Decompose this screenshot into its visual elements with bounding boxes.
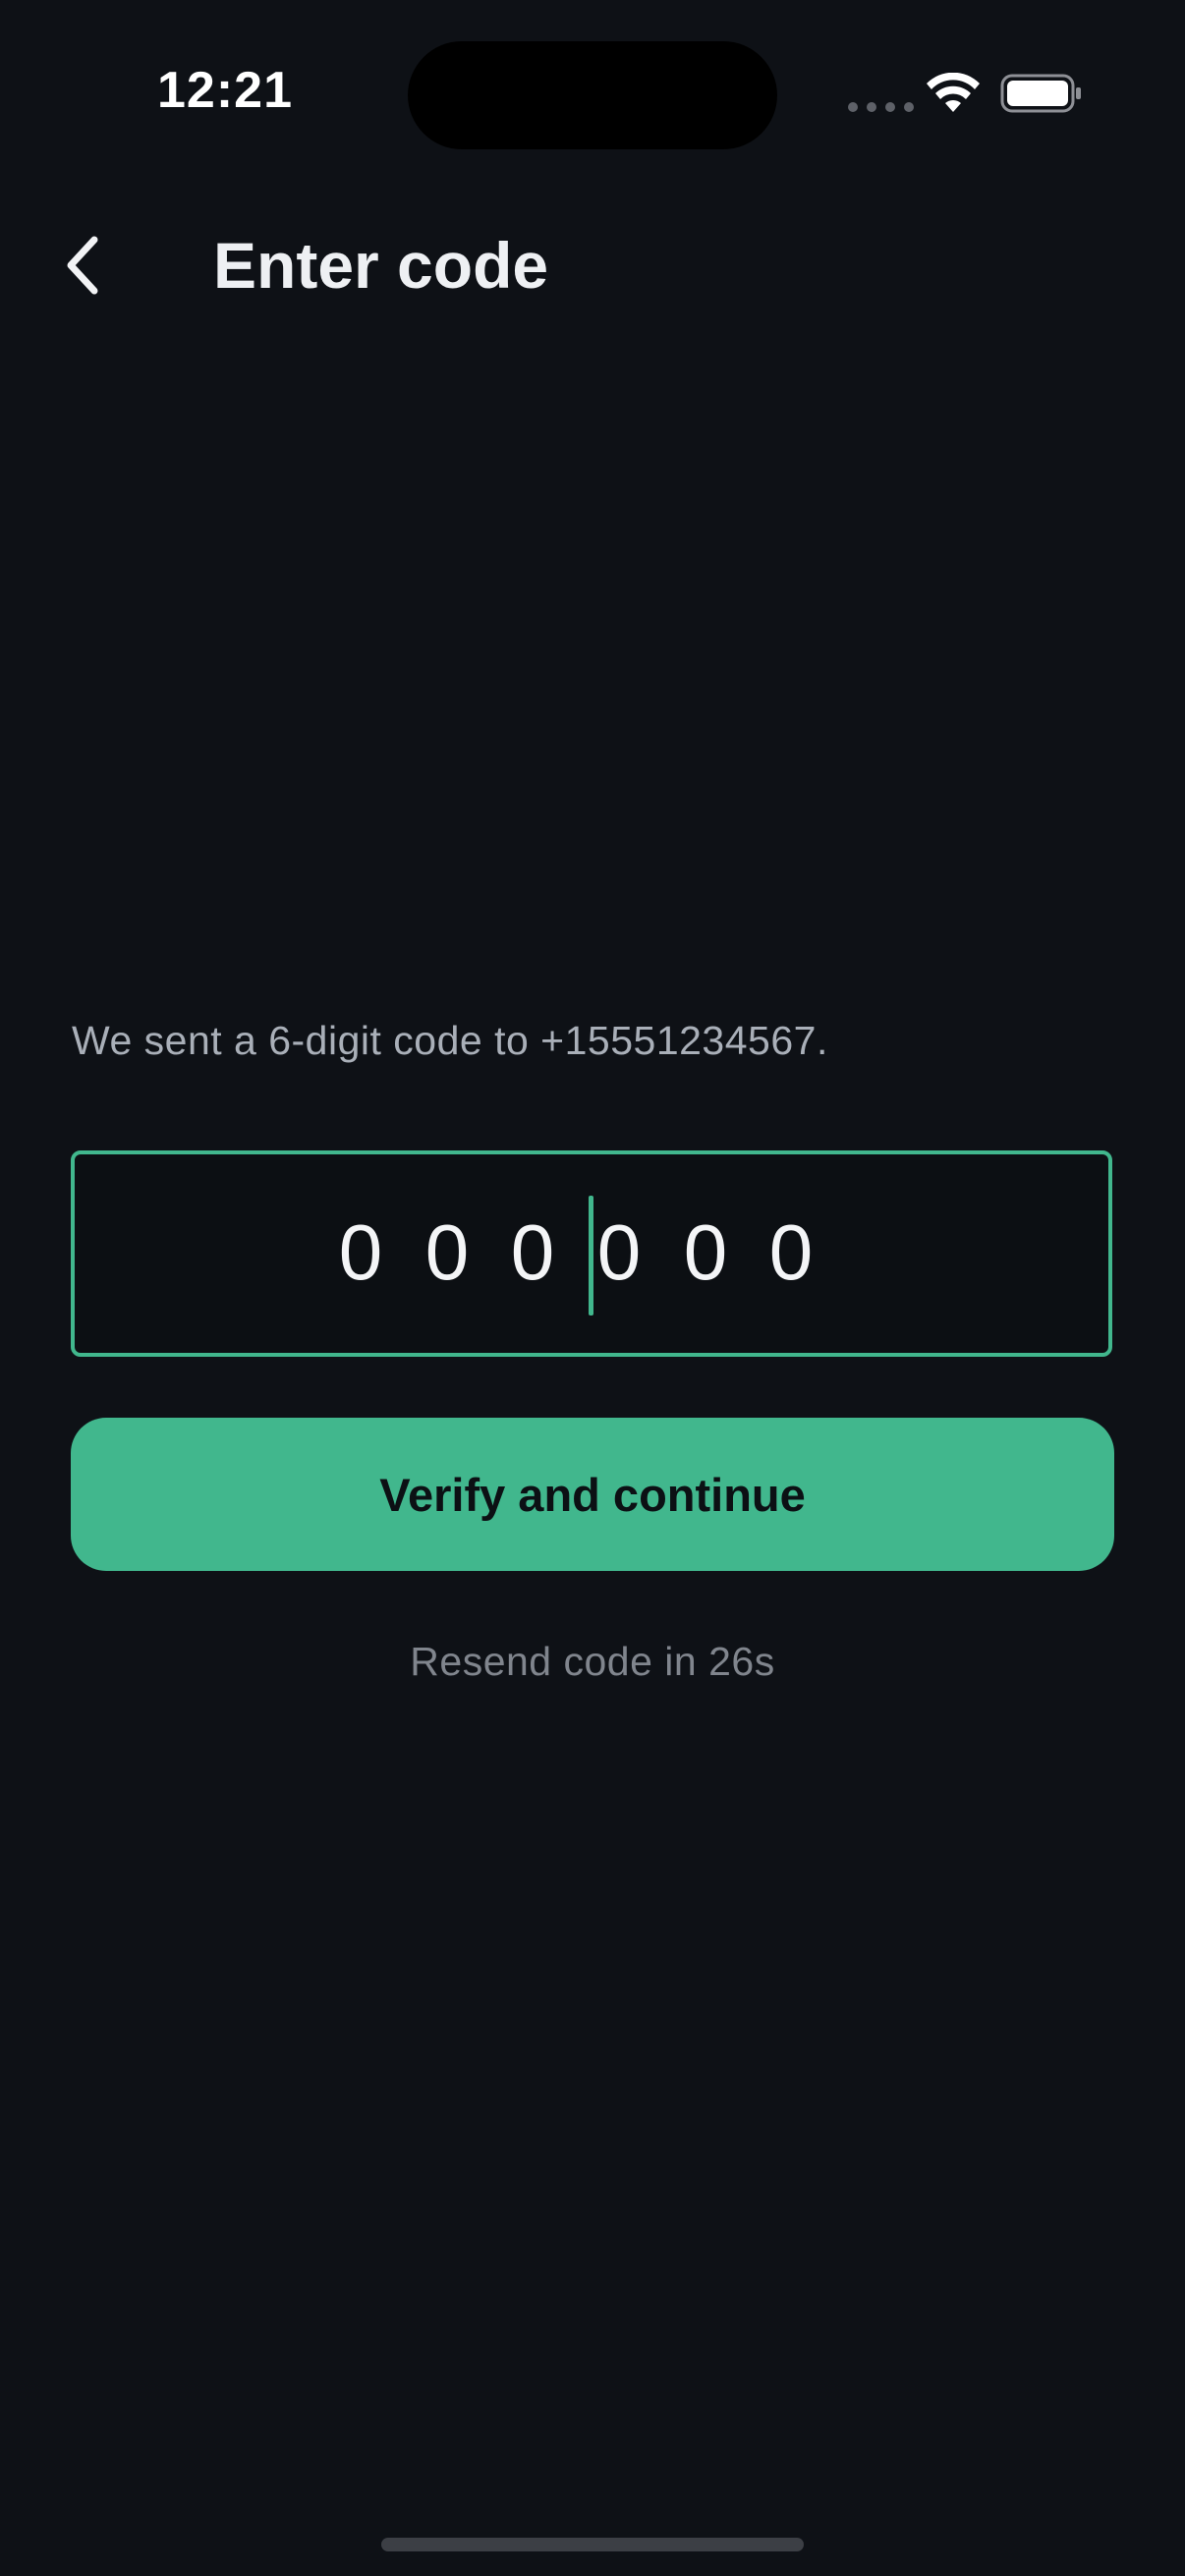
home-indicator[interactable] — [381, 2538, 804, 2551]
cellular-signal-icon — [848, 102, 914, 112]
page-title: Enter code — [213, 229, 549, 302]
verify-button-label: Verify and continue — [379, 1468, 806, 1521]
resend-code-countdown: Resend code in 26s — [410, 1639, 775, 1684]
code-digit: 0 — [510, 1208, 555, 1296]
code-digit: 0 — [338, 1208, 383, 1296]
wifi-icon — [927, 73, 980, 112]
code-digit: 0 — [768, 1208, 814, 1296]
verification-code-input[interactable]: 0 0 0 0 0 0 — [71, 1150, 1112, 1357]
code-sent-message: We sent a 6-digit code to +15551234567. — [72, 1018, 828, 1063]
chevron-left-icon — [67, 236, 98, 295]
dynamic-island — [408, 41, 777, 149]
verify-button[interactable]: Verify and continue — [71, 1418, 1114, 1571]
back-button[interactable] — [51, 221, 114, 309]
code-digit: 0 — [424, 1208, 470, 1296]
battery-icon — [1000, 74, 1081, 113]
code-digit: 0 — [683, 1208, 728, 1296]
code-digit: 0 — [596, 1208, 642, 1296]
status-time: 12:21 — [157, 62, 293, 119]
